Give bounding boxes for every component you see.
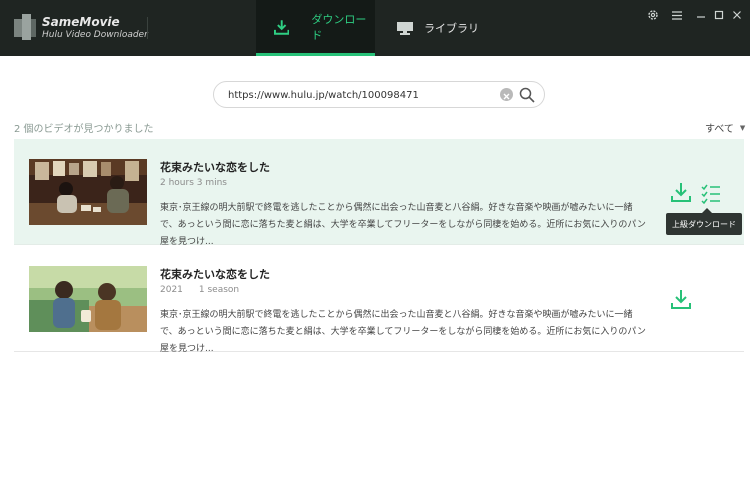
gear-icon bbox=[648, 10, 658, 20]
filter-dropdown[interactable]: すべて ▼ bbox=[705, 120, 746, 136]
brand-name: SameMovie bbox=[42, 15, 120, 29]
url-input[interactable] bbox=[228, 87, 498, 103]
minimize-icon bbox=[697, 16, 705, 18]
brand-subtitle: Hulu Video Downloader bbox=[42, 30, 148, 40]
tab-library-label: ライブラリ bbox=[424, 22, 479, 35]
video-duration: 2 hours 3 mins bbox=[160, 178, 227, 188]
chevron-down-icon: ▼ bbox=[739, 123, 746, 132]
maximize-button[interactable] bbox=[712, 8, 726, 22]
close-icon bbox=[733, 11, 741, 19]
video-meta: 2021 1 season bbox=[160, 285, 239, 295]
video-row[interactable]: 花束みたいな恋をした 2021 1 season 東京･京王線の明大前駅で終電を逃… bbox=[14, 246, 744, 354]
video-title: 花束みたいな恋をした bbox=[160, 268, 270, 281]
video-title: 花束みたいな恋をした bbox=[160, 161, 270, 174]
brand: SameMovie Hulu Video Downloader bbox=[42, 16, 148, 41]
video-thumbnail bbox=[29, 266, 147, 332]
title-bar: SameMovie Hulu Video Downloader ダウンロード ラ… bbox=[0, 0, 750, 56]
tab-download[interactable]: ダウンロード bbox=[256, 0, 375, 56]
clear-icon bbox=[503, 93, 510, 100]
menu-icon bbox=[672, 10, 682, 20]
video-thumbnail bbox=[29, 159, 147, 225]
menu-button[interactable] bbox=[670, 8, 684, 22]
monitor-icon bbox=[397, 21, 413, 35]
tab-download-label: ダウンロード bbox=[311, 12, 367, 42]
video-seasons: 1 season bbox=[198, 285, 240, 295]
brand-divider bbox=[147, 17, 148, 39]
advanced-download-tooltip: 上級ダウンロード bbox=[666, 208, 742, 235]
download-icon bbox=[274, 19, 290, 35]
video-year: 2021 bbox=[160, 285, 183, 295]
close-button[interactable] bbox=[730, 8, 744, 22]
video-description: 東京･京王線の明大前駅で終電を逃したことから偶然に出会った山音麦と八谷絹。好きな… bbox=[160, 310, 646, 354]
minimize-button[interactable] bbox=[694, 8, 708, 22]
search-bar bbox=[213, 81, 545, 108]
maximize-icon bbox=[714, 10, 724, 20]
search-icon[interactable] bbox=[519, 87, 535, 103]
video-meta: 2 hours 3 mins bbox=[160, 178, 227, 188]
video-description: 東京･京王線の明大前駅で終電を逃したことから偶然に出会った山音麦と八谷絹。好きな… bbox=[160, 203, 646, 247]
result-count: 2 個のビデオが見つかりました bbox=[14, 124, 154, 135]
download-icon[interactable] bbox=[670, 181, 692, 203]
clear-button[interactable] bbox=[500, 88, 513, 101]
settings-button[interactable] bbox=[646, 8, 660, 22]
tab-library[interactable]: ライブラリ bbox=[396, 0, 506, 56]
download-icon[interactable] bbox=[670, 288, 692, 310]
video-row[interactable]: 花束みたいな恋をした 2 hours 3 mins 東京･京王線の明大前駅で終電… bbox=[14, 139, 744, 247]
advanced-download-icon[interactable] bbox=[701, 184, 721, 204]
app-logo-icon bbox=[14, 14, 36, 40]
filter-label: すべて bbox=[705, 124, 734, 135]
